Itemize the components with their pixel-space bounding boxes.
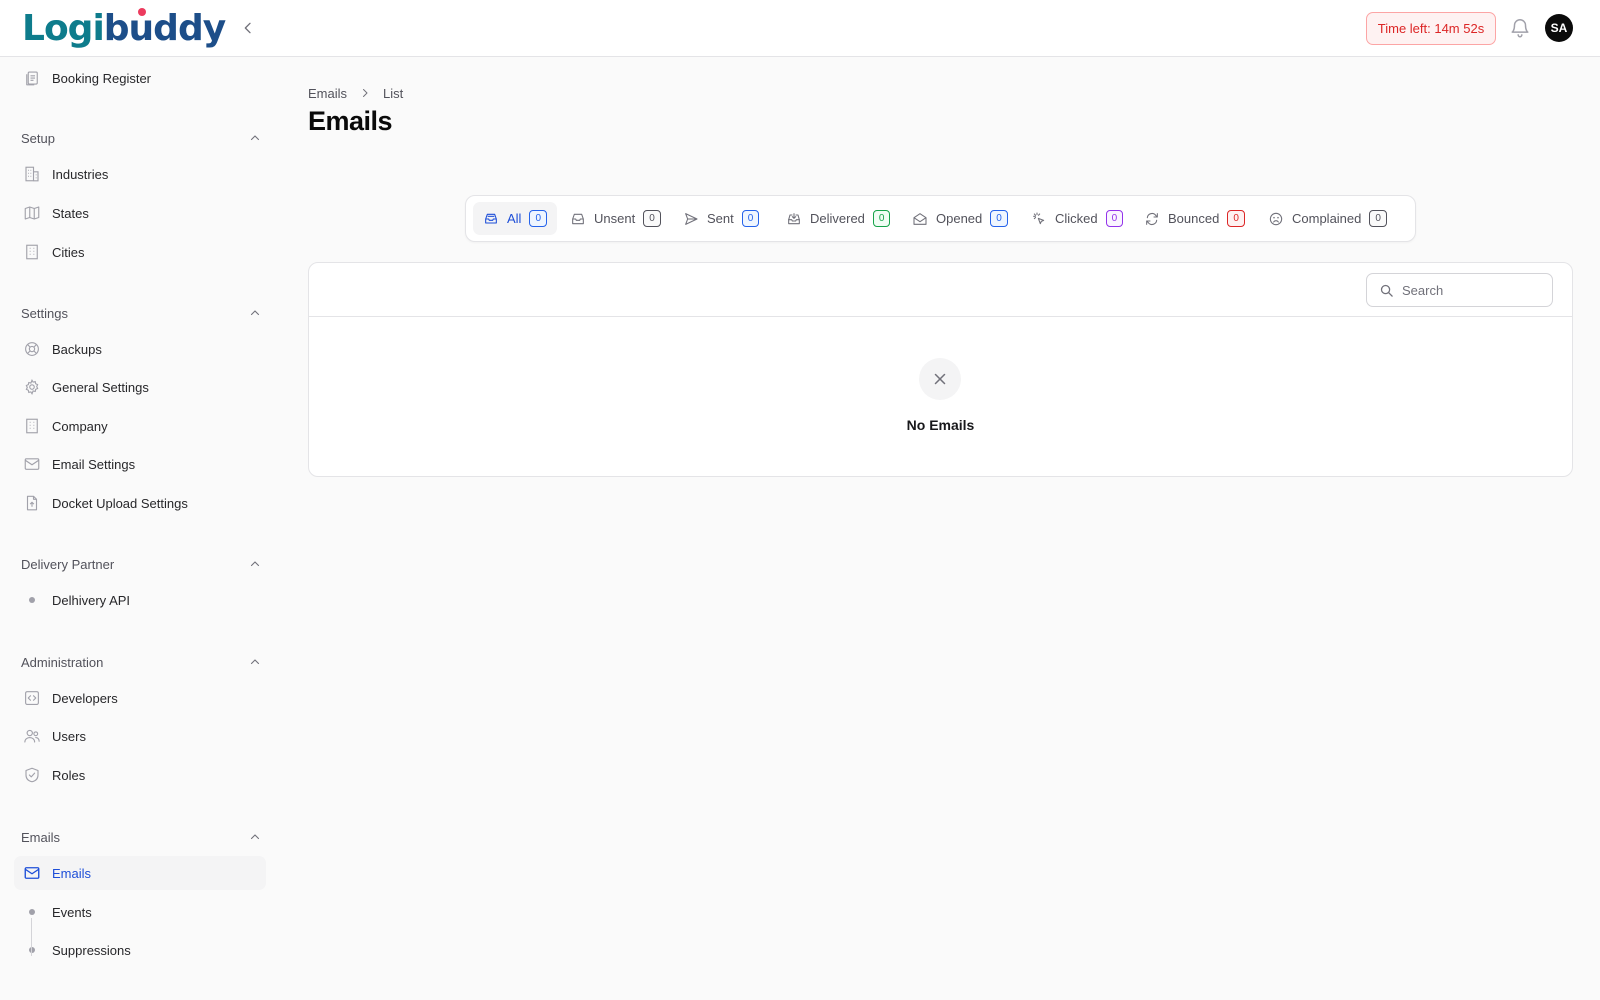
sidebar-item-general-settings[interactable]: General Settings <box>14 370 266 404</box>
chevron-up-icon <box>250 561 260 567</box>
avatar[interactable]: SA <box>1545 14 1573 42</box>
logo-text: buddy <box>103 7 226 49</box>
sidebar-item-delhivery-api[interactable]: Delhivery API <box>14 583 266 617</box>
logo[interactable]: Logi buddy <box>22 7 226 49</box>
sidebar-item-booking-register[interactable]: Booking Register <box>14 61 266 95</box>
code-bracket-square-icon <box>25 691 39 705</box>
emails-table: No Emails <box>308 262 1573 477</box>
tab-count-badge: 0 <box>643 210 661 227</box>
sidebar-item-cities[interactable]: Cities <box>14 235 266 269</box>
sidebar-item-backups[interactable]: Backups <box>14 332 266 366</box>
empty-state-icon <box>919 358 961 400</box>
tab-sent[interactable]: Sent 0 <box>673 202 769 235</box>
x-mark-icon <box>934 373 946 385</box>
inbox-stack-icon <box>485 213 497 224</box>
sidebar-item-users[interactable]: Users <box>14 719 266 753</box>
tree-connector-line <box>31 918 32 956</box>
shield-check-icon <box>25 767 39 783</box>
clipboard-document-icon <box>26 71 38 86</box>
search-box[interactable] <box>1366 273 1553 307</box>
tab-count-badge: 0 <box>1227 210 1245 227</box>
bullet-dot <box>29 909 35 915</box>
sidebar-item-suppressions[interactable]: Suppressions <box>14 933 266 967</box>
tab-count-badge: 0 <box>1105 210 1124 227</box>
search-icon <box>1380 284 1393 297</box>
bullet-dot <box>29 597 35 603</box>
tab-count-badge: 0 <box>872 210 891 227</box>
envelope-open-icon <box>913 212 927 225</box>
arrow-path-icon <box>1146 212 1158 225</box>
sidebar-item-industries[interactable]: Industries <box>14 157 266 191</box>
building-icon <box>26 244 38 260</box>
paper-airplane-icon <box>685 212 698 225</box>
inbox-arrow-down-icon <box>788 212 800 224</box>
cog-icon <box>25 378 39 396</box>
breadcrumb: Emails List <box>308 84 403 102</box>
tab-count-badge: 0 <box>990 210 1008 227</box>
tab-delivered[interactable]: Delivered 0 <box>776 202 900 235</box>
time-left-badge: Time left: 14m 52s <box>1366 12 1496 45</box>
status-tabs: All 0 Unsent 0 Sent 0 Delivered 0 Opened… <box>465 195 1416 242</box>
tab-count-badge: 0 <box>741 210 760 227</box>
sidebar-item-email-settings[interactable]: Email Settings <box>14 447 266 481</box>
logo-text: Logi <box>22 7 105 49</box>
tab-opened[interactable]: Opened 0 <box>902 202 1018 235</box>
envelope-icon <box>24 458 40 470</box>
tab-count-badge: 0 <box>1369 210 1387 227</box>
cursor-click-icon <box>1033 211 1045 224</box>
tab-all[interactable]: All 0 <box>473 202 558 235</box>
sidebar-item-company[interactable]: Company <box>14 409 266 443</box>
building-office-icon <box>25 166 39 182</box>
breadcrumb-current: List <box>383 85 404 101</box>
tab-clicked[interactable]: Clicked 0 <box>1021 202 1133 235</box>
sidebar-group-setup[interactable]: Setup <box>21 128 261 148</box>
collapse-sidebar-button[interactable] <box>236 16 260 40</box>
sidebar-item-docket-upload-settings[interactable]: Docket Upload Settings <box>14 486 266 520</box>
chevron-up-icon <box>250 659 260 665</box>
bullet-dot <box>29 947 35 953</box>
lifebuoy-icon <box>25 342 39 356</box>
tab-unsent[interactable]: Unsent 0 <box>560 202 671 235</box>
chevron-left-icon <box>244 22 251 34</box>
logo-dot <box>138 8 146 16</box>
sidebar: Booking Register Setup Industries States… <box>0 57 280 1000</box>
page-title: Emails <box>308 106 393 136</box>
users-icon <box>24 729 40 743</box>
sidebar-group-emails[interactable]: Emails <box>21 827 261 847</box>
breadcrumb-link-emails[interactable]: Emails <box>308 86 347 101</box>
envelope-icon <box>24 867 40 879</box>
face-frown-icon <box>1269 212 1283 225</box>
sidebar-item-emails[interactable]: Emails <box>14 856 266 890</box>
sidebar-item-events[interactable]: Events <box>14 895 266 929</box>
bell-icon[interactable] <box>1509 17 1531 39</box>
tab-count-badge: 0 <box>529 210 548 227</box>
sidebar-item-states[interactable]: States <box>14 196 266 230</box>
sidebar-item-roles[interactable]: Roles <box>14 758 266 792</box>
map-icon <box>24 206 40 220</box>
chevron-up-icon <box>250 834 260 840</box>
sidebar-item-developers[interactable]: Developers <box>14 681 266 715</box>
search-input[interactable] <box>1402 280 1542 300</box>
top-bar: Logi buddy Time left: 14m 52s SA <box>0 0 1600 57</box>
sidebar-group-delivery-partner[interactable]: Delivery Partner <box>21 554 261 574</box>
tab-complained[interactable]: Complained 0 <box>1258 202 1397 235</box>
document-arrow-up-icon <box>26 495 38 511</box>
chevron-right-icon <box>363 89 368 97</box>
table-toolbar <box>309 263 1572 317</box>
chevron-up-icon <box>250 310 260 316</box>
empty-state-text: No Emails <box>906 417 975 433</box>
inbox-icon <box>572 213 584 224</box>
sidebar-group-settings[interactable]: Settings <box>21 303 261 323</box>
building-icon <box>26 418 38 434</box>
tab-bounced[interactable]: Bounced 0 <box>1134 202 1255 235</box>
sidebar-group-administration[interactable]: Administration <box>21 652 261 672</box>
chevron-up-icon <box>250 135 260 141</box>
